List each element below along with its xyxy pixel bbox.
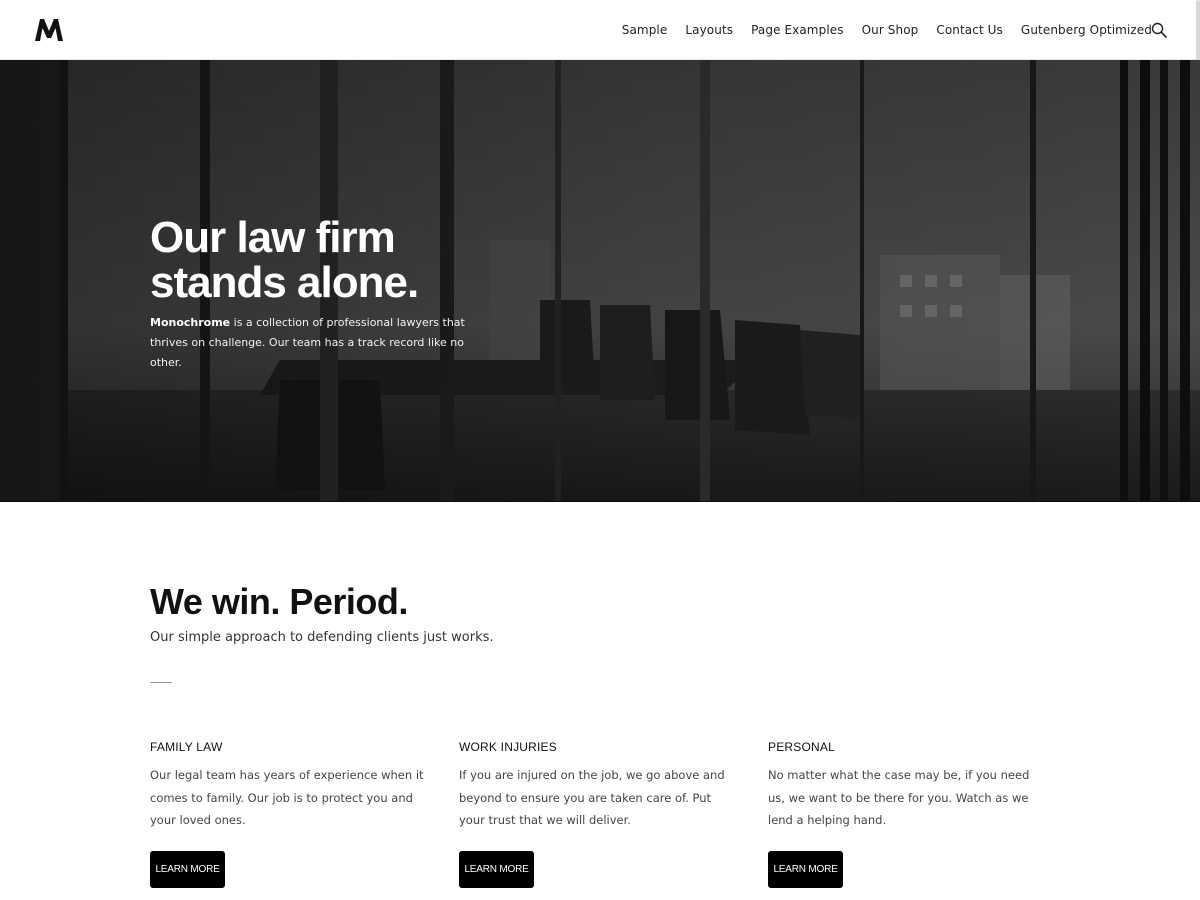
nav-item-gutenberg-optimized[interactable]: Gutenberg Optimized [1021,23,1152,37]
intro-section: We win. Period. Our simple approach to d… [150,580,1050,683]
intro-divider [150,682,172,683]
service-work-injuries: WORK INJURIES If you are injured on the … [459,740,739,888]
site-header: Sample Layouts Page Examples Our Shop Co… [0,0,1200,60]
intro-title: We win. Period. [150,581,408,622]
main-nav: Sample Layouts Page Examples Our Shop Co… [604,0,1152,60]
nav-item-our-shop[interactable]: Our Shop [862,23,919,37]
service-family-law: FAMILY LAW Our legal team has years of e… [150,740,430,888]
hero-brand-name: Monochrome [150,316,231,329]
hero-title: Our law firm stands alone. [150,215,490,305]
learn-more-button-personal[interactable]: LEARN MORE [768,851,843,888]
nav-item-contact-us[interactable]: Contact Us [936,23,1003,37]
learn-more-button-work-injuries[interactable]: LEARN MORE [459,851,534,888]
service-title: PERSONAL [768,740,835,754]
intro-subtitle: Our simple approach to defending clients… [150,630,494,645]
learn-more-button-family-law[interactable]: LEARN MORE [150,851,225,888]
service-title: FAMILY LAW [150,740,223,754]
monochrome-logo[interactable] [34,18,64,42]
service-title: WORK INJURIES [459,740,557,754]
service-description: If you are injured on the job, we go abo… [459,768,725,827]
hero-description: Monochrome is a collection of profession… [150,313,480,373]
hero-content: Our law firm stands alone. Monochrome is… [150,215,490,373]
hero-title-line-2: stands alone. [150,258,419,307]
service-personal: PERSONAL No matter what the case may be,… [768,740,1048,888]
service-description: No matter what the case may be, if you n… [768,768,1030,827]
service-description: Our legal team has years of experience w… [150,768,424,827]
nav-item-page-examples[interactable]: Page Examples [751,23,843,37]
hero-section: Our law firm stands alone. Monochrome is… [0,60,1200,502]
nav-item-layouts[interactable]: Layouts [685,23,733,37]
nav-item-sample[interactable]: Sample [622,23,668,37]
search-icon[interactable] [1151,22,1167,38]
hero-title-line-1: Our law firm [150,213,396,262]
